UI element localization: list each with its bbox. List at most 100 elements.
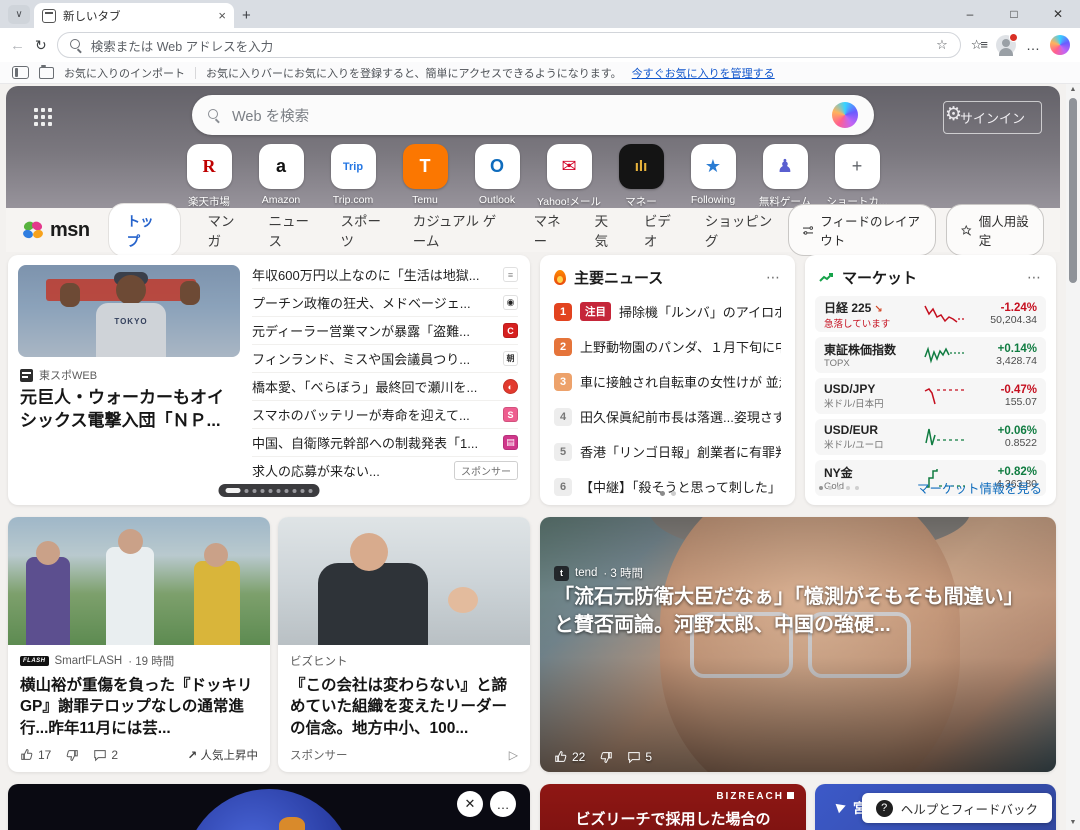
help-feedback-button[interactable]: ? ヘルプとフィードバック — [862, 793, 1052, 823]
bizreach-ad-card[interactable]: BIZREACH ビズリーチで採用した場合の — [540, 784, 806, 830]
tab-news[interactable]: ニュース — [268, 210, 314, 250]
card-pagination[interactable] — [660, 491, 676, 496]
minimize-button[interactable]: – — [948, 0, 992, 28]
profile-avatar[interactable] — [996, 35, 1016, 55]
headline-item[interactable]: 中国、自衛隊元幹部への制裁発表「1... ▤ — [252, 429, 518, 457]
tab-shopping[interactable]: ショッピング — [705, 210, 775, 250]
notification-dot — [1009, 33, 1018, 42]
tab-weather[interactable]: 天気 — [595, 210, 618, 250]
like-button[interactable]: 17 — [20, 748, 51, 762]
globe-card[interactable]: ✕ … — [8, 784, 530, 830]
headline-item[interactable]: プーチン政権の狂犬、メドベージェ... ◉ — [252, 289, 518, 317]
copilot-icon[interactable] — [832, 102, 858, 128]
tab-search-chevron-icon[interactable]: ∨ — [8, 5, 30, 24]
headline-item[interactable]: フィンランド、ミスや国会議員つり... 朝 — [252, 345, 518, 373]
card-pagination[interactable] — [819, 486, 859, 490]
sign-in-button[interactable]: サインイン — [943, 101, 1042, 134]
manage-favorites-link[interactable]: 今すぐお気に入りを管理する — [632, 65, 775, 81]
personalize-button[interactable]: 個人用設定 — [946, 204, 1044, 256]
comments-button[interactable]: 2 — [93, 748, 118, 762]
top-news-item[interactable]: 4 田久保眞紀前市長は落選...姿現さず ... — [540, 399, 795, 434]
market-info-link[interactable]: マーケット情報を見る — [917, 478, 1042, 497]
hero-news-card[interactable]: TOKYO 東スポWEB 元巨人・ウォーカーもオイシックス電撃入団「ＮＰ... … — [8, 255, 530, 505]
back-button[interactable]: ← — [10, 37, 25, 54]
market-row-nikkei[interactable]: 日経 225↘ 急落しています -1.24% 50,204.34 — [815, 296, 1046, 332]
quick-link-rakuten[interactable]: R 楽天市場 — [173, 144, 245, 209]
dismiss-card-button[interactable]: ✕ — [457, 791, 483, 817]
ad-choices-icon[interactable]: ▷ — [509, 748, 518, 762]
headline-item[interactable]: スマホのバッテリーが寿命を迎えて... S — [252, 401, 518, 429]
dislike-button[interactable] — [65, 748, 79, 762]
source-logo-icon: ◐ — [503, 379, 518, 394]
sponsor-badge: スポンサー — [454, 461, 518, 480]
page-scrollbar[interactable]: ▲ ▼ — [1066, 84, 1080, 830]
quick-link-outlook[interactable]: O Outlook — [461, 144, 533, 209]
quick-link-free-games[interactable]: ♟ 無料ゲーム — [749, 144, 821, 209]
hero-article-title[interactable]: 元巨人・ウォーカーもオイシックス電撃入団「ＮＰ... — [20, 387, 238, 433]
quick-link-tripcom[interactable]: Trip Trip.com — [317, 144, 389, 209]
comments-button[interactable]: 5 — [627, 750, 652, 764]
address-placeholder[interactable]: 検索または Web アドレスを入力 — [91, 36, 927, 55]
tend-article-card[interactable]: t tend 3 時間 「流石元防衛大臣だなぁ」「憶測がそもそも間違い」と賛否両… — [540, 517, 1056, 772]
card-more-icon[interactable]: ⋯ — [766, 269, 781, 286]
top-news-item[interactable]: 1 注目 掃除機「ルンバ」のアイロボ... — [540, 294, 795, 329]
new-tab-button[interactable]: + — [242, 7, 251, 24]
like-button[interactable]: 22 — [554, 750, 585, 764]
scrollbar-thumb[interactable] — [1069, 98, 1077, 283]
top-news-item[interactable]: 3 車に接触され自転車の女性けが 並走... — [540, 364, 795, 399]
market-row-usdjpy[interactable]: USD/JPY 米ドル/日本円 -0.47% 155.07 — [815, 378, 1046, 414]
quick-link-yahoo-mail[interactable]: ✉ Yahoo!メール — [533, 144, 605, 209]
tab-top[interactable]: トップ — [108, 203, 181, 257]
quick-link-temu[interactable]: T Temu — [389, 144, 461, 209]
top-news-item[interactable]: 2 上野動物園のパンダ、１月下旬に中... — [540, 329, 795, 364]
quick-link-money[interactable]: ılı マネー — [605, 144, 677, 209]
scroll-up-arrow[interactable]: ▲ — [1066, 86, 1080, 93]
favorites-import-label[interactable]: お気に入りのインポート — [64, 65, 185, 81]
favorites-bar: お気に入りのインポート お気に入りバーにお気に入りを登録すると、簡単にアクセスで… — [0, 62, 1080, 84]
headline-item[interactable]: 元ディーラー営業マンが暴露「盗難... C — [252, 317, 518, 345]
yahoo-mail-icon: ✉ — [547, 144, 592, 189]
app-launcher-icon[interactable] — [34, 108, 52, 126]
tab-sports[interactable]: スポーツ — [340, 210, 386, 250]
feed-layout-button[interactable]: フィードのレイアウト — [788, 204, 937, 256]
tab-manga[interactable]: マンガ — [208, 210, 243, 250]
reload-button[interactable]: ↻ — [35, 37, 47, 54]
copilot-icon[interactable] — [1050, 35, 1070, 55]
top-news-item[interactable]: 6 【中継】「殺そうと思って刺した」30... — [540, 469, 795, 504]
top-news-item[interactable]: 5 香港「リンゴ日報」創業者に有罪判... — [540, 434, 795, 469]
web-search-box[interactable]: Web を検索 — [192, 95, 874, 135]
browser-menu-icon[interactable]: … — [1026, 37, 1040, 53]
quick-link-following[interactable]: ★ Following — [677, 144, 749, 209]
quick-link-amazon[interactable]: a Amazon — [245, 144, 317, 209]
smartflash-article-card[interactable]: FLASH SmartFLASH 19 時間 横山裕が重傷を負った『ドッキリGP… — [8, 517, 270, 772]
tab-money[interactable]: マネー — [534, 210, 569, 250]
scroll-down-arrow[interactable]: ▼ — [1066, 819, 1080, 826]
tab-casual-games[interactable]: カジュアル ゲーム — [413, 210, 508, 250]
card-more-icon[interactable]: ⋯ — [1027, 269, 1042, 286]
dislike-button[interactable] — [599, 750, 613, 764]
headline-item-sponsored[interactable]: 求人の応募が来ない... スポンサー — [252, 457, 518, 484]
headline-item[interactable]: 年収600万円以上なのに「生活は地獄... ≡ — [252, 261, 518, 289]
sidebar-toggle-icon[interactable] — [12, 66, 29, 79]
bizhint-sponsored-card[interactable]: ビズヒント 『この会社は変わらない』と諦めていた組織を変えたリーダーの信念。地方… — [278, 517, 530, 772]
market-row-usdeur[interactable]: USD/EUR 米ドル/ユーロ +0.06% 0.8522 — [815, 419, 1046, 455]
search-placeholder[interactable]: Web を検索 — [232, 105, 820, 126]
close-button[interactable]: ✕ — [1036, 0, 1080, 28]
quick-link-add-shortcut[interactable]: + ショートカ... — [821, 144, 893, 209]
favorite-star-icon[interactable]: ☆ — [936, 37, 948, 53]
collections-icon[interactable]: ☆≡ — [971, 37, 986, 53]
tab-close-icon[interactable]: × — [218, 8, 226, 23]
msn-logo[interactable]: msn — [22, 219, 90, 242]
sparkline — [920, 302, 969, 326]
carousel-pagination[interactable] — [219, 484, 320, 497]
flame-icon — [554, 270, 566, 285]
tripcom-icon: Trip — [331, 144, 376, 189]
maximize-button[interactable]: □ — [992, 0, 1036, 28]
browser-tab[interactable]: 新しいタブ × — [34, 3, 234, 28]
headline-item[interactable]: 橋本愛、「べらぼう」最終回で瀬川を... ◐ — [252, 373, 518, 401]
tab-video[interactable]: ビデオ — [644, 210, 679, 250]
article-title: 横山裕が重傷を負った『ドッキリGP』謝罪テロップなしの通常進行...昨年11月に… — [20, 675, 258, 739]
market-row-topix[interactable]: 東証株価指数 TOPX +0.14% 3,428.74 — [815, 337, 1046, 373]
address-bar[interactable]: 検索または Web アドレスを入力 ☆ — [57, 32, 961, 58]
card-options-button[interactable]: … — [490, 791, 516, 817]
